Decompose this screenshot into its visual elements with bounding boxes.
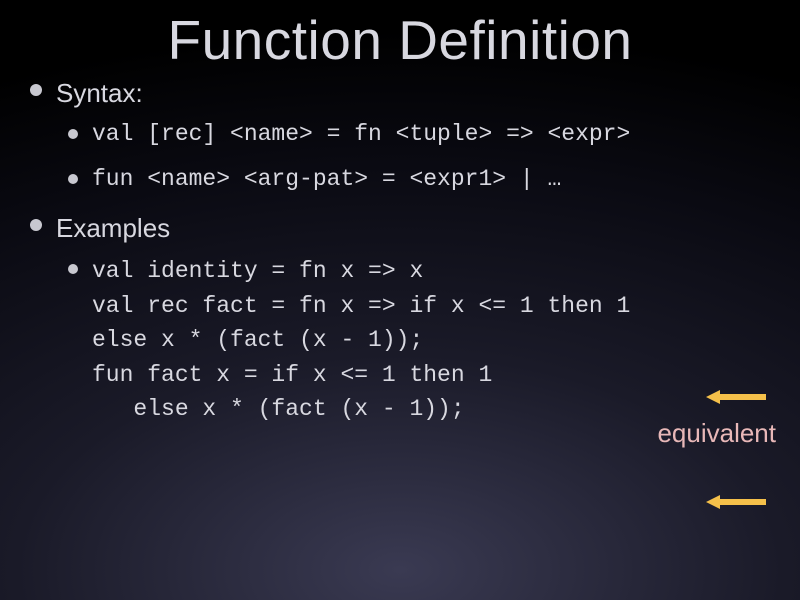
list-item: Syntax:: [30, 78, 780, 109]
bullet-icon: [68, 174, 78, 184]
syntax-list: val [rec] <name> = fn <tuple> => <expr> …: [30, 119, 780, 195]
slide-title: Function Definition: [0, 0, 800, 72]
annotation-equivalent: equivalent: [657, 418, 776, 449]
list-item: fun <name> <arg-pat> = <expr1> | …: [68, 164, 780, 195]
code-syntax-val: val [rec] <name> = fn <tuple> => <expr>: [92, 119, 630, 150]
code-examples: val identity = fn x => x val rec fact = …: [92, 254, 630, 427]
bullet-icon: [68, 264, 78, 274]
section-heading-syntax: Syntax:: [56, 78, 143, 109]
bullet-icon: [30, 84, 42, 96]
list-item: val identity = fn x => x val rec fact = …: [68, 254, 780, 427]
bullet-icon: [30, 219, 42, 231]
examples-list: val identity = fn x => x val rec fact = …: [30, 254, 780, 427]
section-heading-examples: Examples: [56, 213, 170, 244]
slide-content: Syntax: val [rec] <name> = fn <tuple> =>…: [0, 72, 800, 427]
code-syntax-fun: fun <name> <arg-pat> = <expr1> | …: [92, 164, 561, 195]
arrow-left-icon: [706, 495, 766, 509]
list-item: Examples: [30, 213, 780, 244]
bullet-icon: [68, 129, 78, 139]
list-item: val [rec] <name> = fn <tuple> => <expr>: [68, 119, 780, 150]
arrow-left-icon: [706, 390, 766, 404]
